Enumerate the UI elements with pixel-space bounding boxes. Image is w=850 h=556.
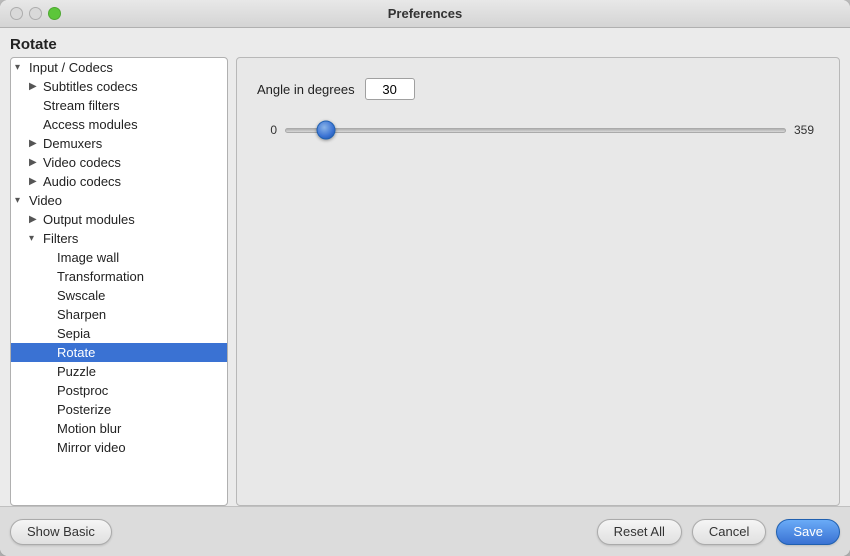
sidebar-item-label: Transformation [57, 269, 223, 284]
sidebar-item-postproc[interactable]: Postproc [11, 381, 227, 400]
sidebar-item-label: Stream filters [43, 98, 223, 113]
sidebar-item-label: Audio codecs [43, 174, 223, 189]
arrow-icon: ▶ [29, 176, 43, 187]
maximize-button[interactable] [48, 7, 61, 20]
sidebar-item-audio-codecs[interactable]: ▶Audio codecs [11, 172, 227, 191]
sidebar-tree[interactable]: ▾Input / Codecs▶Subtitles codecsStream f… [10, 57, 228, 506]
sidebar-item-label: Image wall [57, 250, 223, 265]
slider-track [285, 128, 786, 133]
sidebar-item-subtitles-codecs[interactable]: ▶Subtitles codecs [11, 77, 227, 96]
sidebar-item-label: Rotate [57, 345, 223, 360]
sidebar-item-transformation[interactable]: Transformation [11, 267, 227, 286]
arrow-icon: ▾ [15, 62, 29, 73]
sidebar-item-label: Motion blur [57, 421, 223, 436]
sidebar-item-swscale[interactable]: Swscale [11, 286, 227, 305]
bottom-buttons-right: Reset All Cancel Save [597, 519, 840, 545]
slider-container[interactable] [285, 120, 786, 140]
sidebar-item-label: Subtitles codecs [43, 79, 223, 94]
angle-label: Angle in degrees [257, 82, 355, 97]
arrow-icon: ▶ [29, 81, 43, 92]
sidebar-item-sharpen[interactable]: Sharpen [11, 305, 227, 324]
sidebar-item-video[interactable]: ▾Video [11, 191, 227, 210]
arrow-icon: ▾ [29, 233, 43, 244]
right-panel: Angle in degrees 0 359 [236, 57, 840, 506]
slider-max-label: 359 [794, 123, 819, 137]
sidebar-item-label: Video [29, 193, 223, 208]
preferences-window: Preferences Rotate ▾Input / Codecs▶Subti… [0, 0, 850, 556]
slider-thumb[interactable] [316, 121, 335, 140]
close-button[interactable] [10, 7, 23, 20]
sidebar-item-rotate[interactable]: Rotate [11, 343, 227, 362]
sidebar-item-label: Video codecs [43, 155, 223, 170]
sidebar-item-label: Swscale [57, 288, 223, 303]
sidebar-item-label: Output modules [43, 212, 223, 227]
sidebar-item-motion-blur[interactable]: Motion blur [11, 419, 227, 438]
sidebar-item-label: Sepia [57, 326, 223, 341]
sidebar-item-label: Filters [43, 231, 223, 246]
angle-row: Angle in degrees [257, 78, 819, 100]
sidebar-item-label: Posterize [57, 402, 223, 417]
save-button[interactable]: Save [776, 519, 840, 545]
sidebar-item-label: Demuxers [43, 136, 223, 151]
reset-all-button[interactable]: Reset All [597, 519, 682, 545]
angle-input[interactable] [365, 78, 415, 100]
sidebar-item-video-codecs[interactable]: ▶Video codecs [11, 153, 227, 172]
show-basic-button[interactable]: Show Basic [10, 519, 112, 545]
traffic-lights [10, 7, 61, 20]
sidebar-item-demuxers[interactable]: ▶Demuxers [11, 134, 227, 153]
sidebar-item-input-codecs[interactable]: ▾Input / Codecs [11, 58, 227, 77]
sidebar-item-label: Sharpen [57, 307, 223, 322]
window-title: Preferences [388, 6, 462, 21]
titlebar: Preferences [0, 0, 850, 28]
minimize-button[interactable] [29, 7, 42, 20]
arrow-icon: ▶ [29, 214, 43, 225]
sidebar-item-label: Input / Codecs [29, 60, 223, 75]
sidebar-item-access-modules[interactable]: Access modules [11, 115, 227, 134]
cancel-button[interactable]: Cancel [692, 519, 766, 545]
sidebar-item-stream-filters[interactable]: Stream filters [11, 96, 227, 115]
sidebar-item-posterize[interactable]: Posterize [11, 400, 227, 419]
sidebar-item-label: Postproc [57, 383, 223, 398]
sidebar-item-label: Puzzle [57, 364, 223, 379]
content-area: ▾Input / Codecs▶Subtitles codecsStream f… [0, 57, 850, 506]
sidebar-item-puzzle[interactable]: Puzzle [11, 362, 227, 381]
arrow-icon: ▶ [29, 138, 43, 149]
sidebar-item-mirror-video[interactable]: Mirror video [11, 438, 227, 457]
sidebar-item-sepia[interactable]: Sepia [11, 324, 227, 343]
bottom-bar: Show Basic Reset All Cancel Save [0, 506, 850, 556]
arrow-icon: ▾ [15, 195, 29, 206]
sidebar-item-output-modules[interactable]: ▶Output modules [11, 210, 227, 229]
page-title: Rotate [0, 28, 850, 57]
arrow-icon: ▶ [29, 157, 43, 168]
slider-row: 0 359 [257, 120, 819, 140]
sidebar-item-label: Mirror video [57, 440, 223, 455]
sidebar-item-image-wall[interactable]: Image wall [11, 248, 227, 267]
slider-min-label: 0 [257, 123, 277, 137]
sidebar-item-label: Access modules [43, 117, 223, 132]
sidebar-item-filters[interactable]: ▾Filters [11, 229, 227, 248]
